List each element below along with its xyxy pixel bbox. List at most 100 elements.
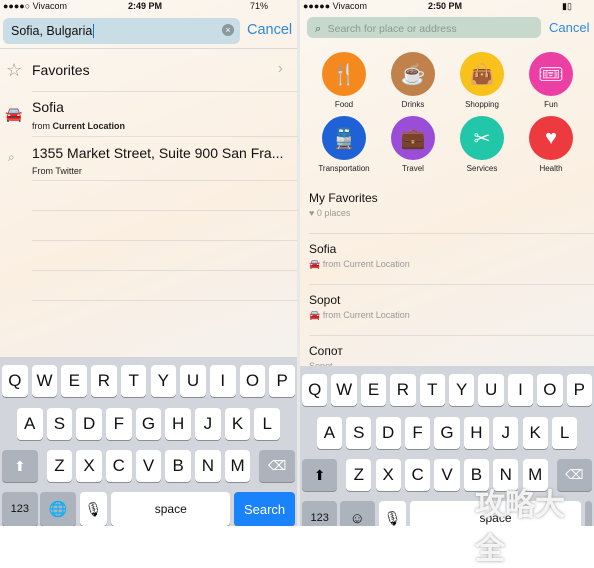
key-b[interactable]: B <box>165 450 192 482</box>
key-g[interactable]: G <box>135 408 162 440</box>
key-x[interactable]: X <box>76 450 102 482</box>
time: 2:49 PM <box>128 1 163 11</box>
watermark: 攻略大全 <box>475 489 565 566</box>
key-f[interactable]: F <box>404 417 431 449</box>
key-c[interactable]: C <box>105 450 132 482</box>
space-key[interactable]: space <box>111 492 231 526</box>
list-item[interactable]: My Favorites ♥ 0 places <box>309 183 594 234</box>
car-icon: 🚘 <box>5 106 23 122</box>
key-r[interactable]: R <box>91 365 117 397</box>
key-z[interactable]: Z <box>46 450 73 482</box>
clear-circle-icon[interactable]: × <box>222 24 234 36</box>
key-c[interactable]: C <box>404 459 431 491</box>
key-l[interactable]: L <box>254 408 281 440</box>
key-x[interactable]: X <box>375 459 401 491</box>
key-h[interactable]: H <box>165 408 192 440</box>
key-s[interactable]: S <box>46 408 73 440</box>
bag-icon: 👜 <box>460 52 504 96</box>
key-w[interactable]: W <box>31 365 58 397</box>
key-d[interactable]: D <box>76 408 102 440</box>
key-l[interactable]: L <box>551 417 578 449</box>
key-o[interactable]: O <box>239 365 266 397</box>
cup-icon: ☕ <box>391 52 435 96</box>
carrier: ●●●●○ Vivacom <box>3 1 68 11</box>
key-q[interactable]: Q <box>302 374 328 406</box>
search-value: Sofia, Bulgaria <box>11 24 93 38</box>
search-input[interactable]: ⌕ Search for place or address <box>307 17 541 38</box>
result-title: 1355 Market Street, Suite 900 San Fra... <box>32 145 284 161</box>
result-row[interactable]: 1355 Market Street, Suite 900 San Fra...… <box>32 137 297 181</box>
key-f[interactable]: F <box>105 408 132 440</box>
category-shopping[interactable]: 👜 Shopping <box>452 52 512 109</box>
key-p[interactable]: P <box>269 365 295 397</box>
key-q[interactable]: Q <box>2 365 28 397</box>
emoji-key[interactable]: ☺ <box>339 501 375 526</box>
key-j[interactable]: J <box>195 408 221 440</box>
key-i[interactable]: I <box>209 365 236 397</box>
key-e[interactable]: E <box>360 374 387 406</box>
keyboard: Q W E R T Y U I O P A S D F G H J K L Z X C V B N M ⬆ ⌫ 123 🌐 🎙 space Se… <box>0 357 297 526</box>
microphone-key[interactable]: 🎙 <box>379 501 406 526</box>
result-subtitle: from Current Location <box>32 121 126 131</box>
key-p[interactable]: P <box>566 374 592 406</box>
cancel-button[interactable]: Cancel <box>247 22 292 38</box>
key-g[interactable]: G <box>434 417 460 449</box>
numbers-key[interactable]: 123 <box>2 492 38 526</box>
key-d[interactable]: D <box>375 417 401 449</box>
key-m[interactable]: M <box>224 450 251 482</box>
key-e[interactable]: E <box>61 365 88 397</box>
key-v[interactable]: V <box>135 450 162 482</box>
list-item[interactable]: Sopot 🚘 from Current Location <box>309 285 594 336</box>
microphone-key[interactable]: 🎙 <box>80 492 107 526</box>
cancel-button[interactable]: Cancel <box>549 20 589 35</box>
category-fun[interactable]: 🎟 Fun <box>521 52 581 109</box>
list-item-title: Sopot <box>309 293 341 307</box>
search-input[interactable]: Sofia, Bulgaria × <box>3 18 240 44</box>
category-food[interactable]: 🍴 Food <box>314 52 374 109</box>
key-h[interactable]: H <box>463 417 490 449</box>
key-t[interactable]: T <box>120 365 147 397</box>
key-j[interactable]: J <box>493 417 519 449</box>
category-travel[interactable]: 💼 Travel <box>383 116 443 173</box>
star-icon: ☆ <box>6 60 23 80</box>
key-u[interactable]: U <box>180 365 206 397</box>
key-s[interactable]: S <box>346 417 372 449</box>
key-y[interactable]: Y <box>449 374 475 406</box>
list-item-subtitle: 🚘 from Current Location <box>309 259 410 269</box>
key-w[interactable]: W <box>331 374 357 406</box>
key-u[interactable]: U <box>478 374 504 406</box>
list-item-title: Sofia <box>309 242 337 256</box>
globe-key[interactable]: 🌐 <box>40 492 76 526</box>
list-item-subtitle: ♥ 0 places <box>309 208 351 218</box>
left-screen: ●●●●○ Vivacom 2:49 PM 71% Sofia, Bulgari… <box>0 0 297 526</box>
category-label: Health <box>539 164 563 173</box>
category-label: Transportation <box>318 164 370 173</box>
category-drinks[interactable]: ☕ Drinks <box>383 52 443 109</box>
key-k[interactable]: K <box>522 417 548 449</box>
key-k[interactable]: K <box>224 408 251 440</box>
category-services[interactable]: ✂ Services <box>452 116 512 173</box>
shift-key[interactable]: ⬆ <box>2 450 38 482</box>
key-i[interactable]: I <box>507 374 534 406</box>
time: 2:50 PM <box>428 1 463 11</box>
key-a[interactable]: A <box>316 417 343 449</box>
favorites-row[interactable]: Favorites › <box>32 48 297 92</box>
backspace-key[interactable]: ⌫ <box>259 450 295 482</box>
list-item-title: My Favorites <box>309 191 378 205</box>
key-n[interactable]: N <box>195 450 221 482</box>
list-item[interactable]: Sofia 🚘 from Current Location <box>309 234 594 285</box>
key-r[interactable]: R <box>390 374 416 406</box>
key-o[interactable]: O <box>537 374 563 406</box>
search-key[interactable]: Search <box>234 492 295 526</box>
category-health[interactable]: ♥ Health <box>521 116 581 173</box>
battery-icon: ▮▯ <box>562 1 572 11</box>
result-row[interactable]: Sofia from Current Location <box>32 92 297 137</box>
key-y[interactable]: Y <box>150 365 177 397</box>
key-a[interactable]: A <box>16 408 43 440</box>
key-z[interactable]: Z <box>346 459 372 491</box>
shift-key[interactable]: ⬆ <box>302 459 338 491</box>
key-t[interactable]: T <box>419 374 445 406</box>
key-v[interactable]: V <box>434 459 460 491</box>
category-transportation[interactable]: 🚆 Transportation <box>314 116 374 173</box>
numbers-key[interactable]: 123 <box>302 501 338 526</box>
